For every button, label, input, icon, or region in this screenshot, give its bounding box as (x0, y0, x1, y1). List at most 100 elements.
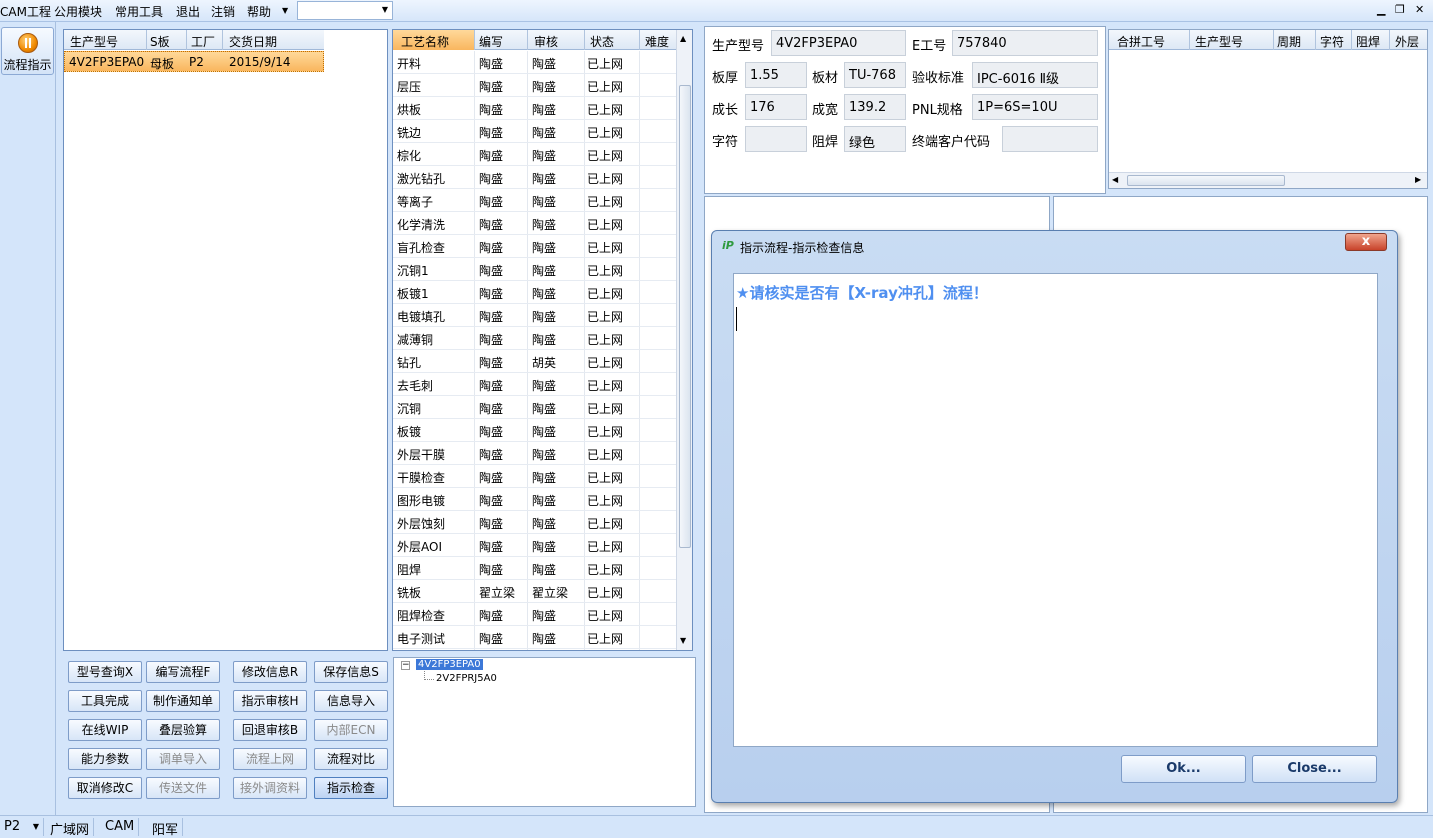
dialog-close-button[interactable]: x (1345, 233, 1387, 251)
action-button[interactable]: 调单导入 (146, 748, 220, 770)
table-row[interactable]: 层压 陶盛 陶盛 已上网 (393, 74, 676, 97)
action-button[interactable]: 保存信息S (314, 661, 388, 683)
action-button[interactable]: 传送文件 (146, 777, 220, 799)
length-field[interactable]: 176 (745, 94, 807, 120)
scroll-left-icon[interactable]: ◀ (1112, 175, 1118, 184)
customer-field[interactable] (1002, 126, 1098, 152)
table-row[interactable]: 钻孔 陶盛 胡英 已上网 (393, 350, 676, 373)
action-button[interactable]: 型号查询X (68, 661, 142, 683)
scroll-right-icon[interactable]: ▶ (1415, 175, 1421, 184)
tree-root[interactable]: 4V2FP3EPA0 (416, 659, 483, 670)
col-difficulty[interactable]: 难度 (645, 33, 669, 50)
menu-common[interactable]: 公用模块 (54, 3, 102, 20)
ok-button[interactable]: Ok... (1121, 755, 1246, 783)
menu-logout[interactable]: 注销 (211, 3, 235, 20)
menu-exit[interactable]: 退出 (176, 3, 200, 20)
dialog-message-box[interactable]: ★请核实是否有【X-ray冲孔】流程！ (733, 273, 1378, 747)
table-row[interactable]: 外层蚀刻 陶盛 陶盛 已上网 (393, 511, 676, 534)
table-row[interactable]: 阻焊 陶盛 陶盛 已上网 (393, 557, 676, 580)
merge-scroll-thumb[interactable] (1127, 175, 1285, 186)
collapse-icon[interactable]: − (401, 661, 410, 670)
action-button[interactable]: 制作通知单 (146, 690, 220, 712)
action-button[interactable]: 内部ECN (314, 719, 388, 741)
action-button[interactable]: 能力参数 (68, 748, 142, 770)
menu-cam[interactable]: CAM工程 (0, 3, 51, 20)
col-period[interactable]: 周期 (1277, 33, 1301, 50)
table-row[interactable]: 板镀1 陶盛 陶盛 已上网 (393, 281, 676, 304)
process-scroll-thumb[interactable] (679, 85, 691, 548)
table-row[interactable]: 激光钻孔 陶盛 陶盛 已上网 (393, 166, 676, 189)
action-button[interactable]: 修改信息R (233, 661, 307, 683)
action-button[interactable]: 指示审核H (233, 690, 307, 712)
col-merge-model[interactable]: 生产型号 (1195, 33, 1243, 50)
menu-help[interactable]: 帮助 (247, 3, 271, 20)
table-row[interactable]: 盲孔检查 陶盛 陶盛 已上网 (393, 235, 676, 258)
col-s[interactable]: S板 (150, 33, 170, 50)
action-button[interactable]: 接外调资料 (233, 777, 307, 799)
action-button[interactable]: 流程上网 (233, 748, 307, 770)
col-writer[interactable]: 编写 (479, 33, 503, 50)
action-button[interactable]: 回退审核B (233, 719, 307, 741)
table-row[interactable]: 外层AOI 陶盛 陶盛 已上网 (393, 534, 676, 557)
model-field[interactable]: 4V2FP3EPA0 (771, 30, 906, 56)
scroll-down-icon[interactable]: ▼ (680, 636, 686, 645)
flow-indicator-button[interactable]: 流程指示 (1, 27, 54, 75)
process-scrollbar[interactable]: ▲ ▼ (676, 30, 692, 650)
action-button[interactable]: 工具完成 (68, 690, 142, 712)
scroll-up-icon[interactable]: ▲ (680, 34, 686, 43)
action-button[interactable]: 在线WIP (68, 719, 142, 741)
menu-dropdown[interactable]: ▼ (297, 1, 393, 20)
table-row[interactable]: 铣板 翟立梁 翟立梁 已上网 (393, 580, 676, 603)
width-field[interactable]: 139.2 (844, 94, 906, 120)
table-row[interactable]: 外层干膜 陶盛 陶盛 已上网 (393, 442, 676, 465)
table-row[interactable]: 烘板 陶盛 陶盛 已上网 (393, 97, 676, 120)
plant-select[interactable]: P2 ▼ (0, 818, 44, 836)
menu-tools[interactable]: 常用工具 (115, 3, 163, 20)
table-row[interactable]: 减薄铜 陶盛 陶盛 已上网 (393, 327, 676, 350)
material-field[interactable]: TU-768 (844, 62, 906, 88)
mask-field[interactable]: 绿色 (844, 126, 906, 152)
table-row[interactable]: 棕化 陶盛 陶盛 已上网 (393, 143, 676, 166)
table-row[interactable]: 阻焊检查 陶盛 陶盛 已上网 (393, 603, 676, 626)
standard-field[interactable]: IPC-6016 Ⅱ级 (972, 62, 1098, 88)
col-mask[interactable]: 阻焊 (1356, 33, 1380, 50)
action-button[interactable]: 流程对比 (314, 748, 388, 770)
table-row[interactable]: 电子测试 陶盛 陶盛 已上网 (393, 626, 676, 649)
action-button[interactable]: 编写流程F (146, 661, 220, 683)
table-row[interactable]: 沉铜 陶盛 陶盛 已上网 (393, 396, 676, 419)
menu-overflow-icon[interactable]: ▼ (282, 6, 288, 15)
table-row[interactable]: 等离子 陶盛 陶盛 已上网 (393, 189, 676, 212)
table-row[interactable]: 沉铜1 陶盛 陶盛 已上网 (393, 258, 676, 281)
eno-field[interactable]: 757840 (952, 30, 1098, 56)
pnl-field[interactable]: 1P=6S=10U (972, 94, 1098, 120)
table-row[interactable]: 开料 陶盛 陶盛 已上网 (393, 51, 676, 74)
col-process[interactable]: 工艺名称 (401, 33, 449, 50)
thickness-field[interactable]: 1.55 (745, 62, 807, 88)
action-button[interactable]: 叠层验算 (146, 719, 220, 741)
char-field[interactable] (745, 126, 807, 152)
close-icon[interactable]: ✕ (1415, 3, 1424, 16)
action-button[interactable]: 信息导入 (314, 690, 388, 712)
table-row[interactable]: 图形电镀 陶盛 陶盛 已上网 (393, 488, 676, 511)
table-row[interactable]: 板镀 陶盛 陶盛 已上网 (393, 419, 676, 442)
table-row[interactable]: 干膜检查 陶盛 陶盛 已上网 (393, 465, 676, 488)
minimize-icon[interactable]: ▁ (1377, 3, 1385, 16)
merge-hscrollbar[interactable]: ◀ ▶ (1109, 172, 1427, 188)
table-row[interactable]: 铣边 陶盛 陶盛 已上网 (393, 120, 676, 143)
col-char[interactable]: 字符 (1320, 33, 1344, 50)
table-row[interactable]: 去毛刺 陶盛 陶盛 已上网 (393, 373, 676, 396)
col-factory[interactable]: 工厂 (191, 33, 215, 50)
col-reviewer[interactable]: 审核 (534, 33, 558, 50)
col-merge-no[interactable]: 合拼工号 (1117, 33, 1165, 50)
col-date[interactable]: 交货日期 (229, 33, 277, 50)
col-model[interactable]: 生产型号 (70, 33, 118, 50)
dialog-close-btn[interactable]: Close... (1252, 755, 1377, 783)
col-status[interactable]: 状态 (590, 33, 614, 50)
action-button[interactable]: 指示检查 (314, 777, 388, 799)
order-row[interactable]: 4V2FP3EPA0 母板 P2 2015/9/14 (64, 51, 324, 72)
table-row[interactable]: 电镀填孔 陶盛 陶盛 已上网 (393, 304, 676, 327)
restore-icon[interactable]: ❐ (1395, 3, 1405, 16)
action-button[interactable]: 取消修改C (68, 777, 142, 799)
col-outer[interactable]: 外层 (1395, 33, 1419, 50)
tree-child[interactable]: 2V2FPRJ5A0 (436, 673, 497, 684)
